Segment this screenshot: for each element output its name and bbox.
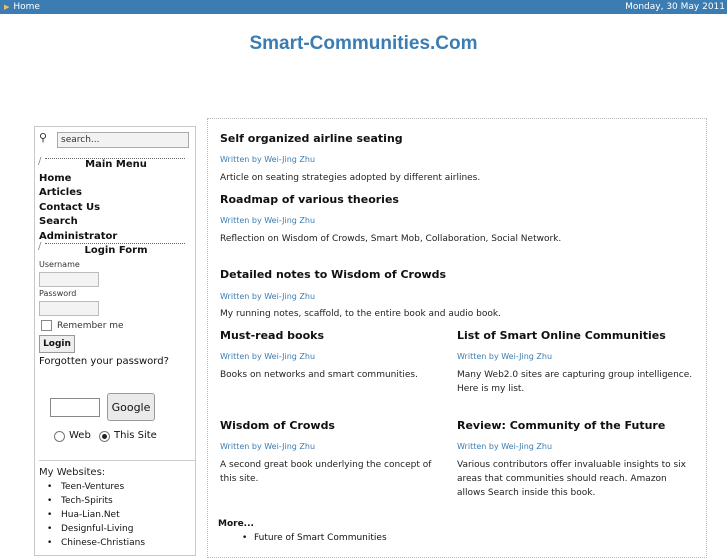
article-text: Article on seating strategies adopted by… bbox=[220, 173, 481, 183]
menu-item-contact-us[interactable]: Contact Us bbox=[39, 202, 100, 213]
forgot-password-link[interactable]: Forgotten your password? bbox=[39, 356, 169, 367]
main-content: Self organized airline seating Written b… bbox=[207, 118, 707, 558]
article-title[interactable]: List of Smart Online Communities bbox=[457, 329, 666, 342]
menu-item-articles[interactable]: Articles bbox=[39, 187, 82, 198]
site-title[interactable]: Smart-Communities.Com bbox=[0, 33, 727, 55]
google-search-button[interactable]: Google bbox=[107, 393, 155, 421]
more-label: More... bbox=[218, 519, 254, 529]
date-display: Monday, 30 May 2011 bbox=[625, 2, 725, 12]
top-bar: ▶ Home Monday, 30 May 2011 bbox=[0, 0, 727, 14]
article-author: Written by Wei-Jing Zhu bbox=[220, 155, 316, 164]
article-text: Reflection on Wisdom of Crowds, Smart Mo… bbox=[220, 234, 562, 244]
username-label: Username bbox=[39, 260, 80, 269]
article-title[interactable]: Wisdom of Crowds bbox=[220, 419, 335, 432]
radio-this-site[interactable] bbox=[99, 431, 110, 442]
article-title[interactable]: Review: Community of the Future bbox=[457, 419, 665, 432]
article-title[interactable]: Must-read books bbox=[220, 329, 324, 342]
remember-me-checkbox[interactable] bbox=[41, 320, 52, 331]
article-author: Written by Wei-Jing Zhu bbox=[220, 352, 316, 361]
sidebar: ⚲ / Main Menu Home Articles Contact Us S… bbox=[34, 126, 196, 556]
login-button[interactable]: Login bbox=[39, 335, 75, 353]
article-title[interactable]: Detailed notes to Wisdom of Crowds bbox=[220, 268, 446, 281]
divider bbox=[45, 243, 185, 244]
website-link-tech-spirits[interactable]: Tech-Spirits bbox=[47, 496, 113, 506]
article-text: A second great book underlying the conce… bbox=[220, 460, 432, 484]
remember-me-label: Remember me bbox=[57, 321, 124, 331]
article-text: Books on networks and smart communities. bbox=[220, 370, 418, 380]
password-label: Password bbox=[39, 289, 77, 298]
article-title[interactable]: Roadmap of various theories bbox=[220, 193, 399, 206]
article-author: Written by Wei-Jing Zhu bbox=[220, 292, 316, 301]
website-link-designful-living[interactable]: Designful-Living bbox=[47, 524, 134, 534]
password-field[interactable] bbox=[39, 301, 99, 316]
radio-web[interactable] bbox=[54, 431, 65, 442]
search-icon: ⚲ bbox=[39, 131, 48, 144]
website-link-teen-ventures[interactable]: Teen-Ventures bbox=[47, 482, 124, 492]
main-menu-title: Main Menu bbox=[85, 159, 147, 170]
article-author: Written by Wei-Jing Zhu bbox=[220, 216, 316, 225]
article-text: Many Web2.0 sites are capturing group in… bbox=[457, 370, 693, 394]
more-link[interactable]: Future of Smart Communities bbox=[242, 533, 387, 543]
menu-item-home[interactable]: Home bbox=[39, 173, 71, 184]
search-input[interactable] bbox=[57, 132, 189, 148]
menu-item-search[interactable]: Search bbox=[39, 216, 78, 227]
website-link-hua-lian[interactable]: Hua-Lian.Net bbox=[47, 510, 120, 520]
my-websites-title: My Websites: bbox=[39, 467, 106, 478]
article-author: Written by Wei-Jing Zhu bbox=[457, 352, 553, 361]
menu-item-administrator[interactable]: Administrator bbox=[39, 231, 117, 242]
radio-web-label: Web bbox=[69, 430, 91, 441]
home-link[interactable]: ▶ Home bbox=[4, 0, 40, 14]
username-field[interactable] bbox=[39, 272, 99, 287]
article-title[interactable]: Self organized airline seating bbox=[220, 132, 403, 145]
website-link-chinese-christians[interactable]: Chinese-Christians bbox=[47, 538, 145, 548]
article-author: Written by Wei-Jing Zhu bbox=[220, 442, 316, 451]
google-search-input[interactable] bbox=[50, 398, 100, 417]
article-text: Various contributors offer invaluable in… bbox=[457, 460, 687, 498]
radio-this-site-label: This Site bbox=[114, 430, 157, 441]
article-text: My running notes, scaffold, to the entir… bbox=[220, 309, 501, 319]
divider bbox=[39, 460, 195, 461]
login-form-title: Login Form bbox=[84, 245, 148, 256]
article-author: Written by Wei-Jing Zhu bbox=[457, 442, 553, 451]
arrow-right-icon: ▶ bbox=[4, 3, 10, 11]
